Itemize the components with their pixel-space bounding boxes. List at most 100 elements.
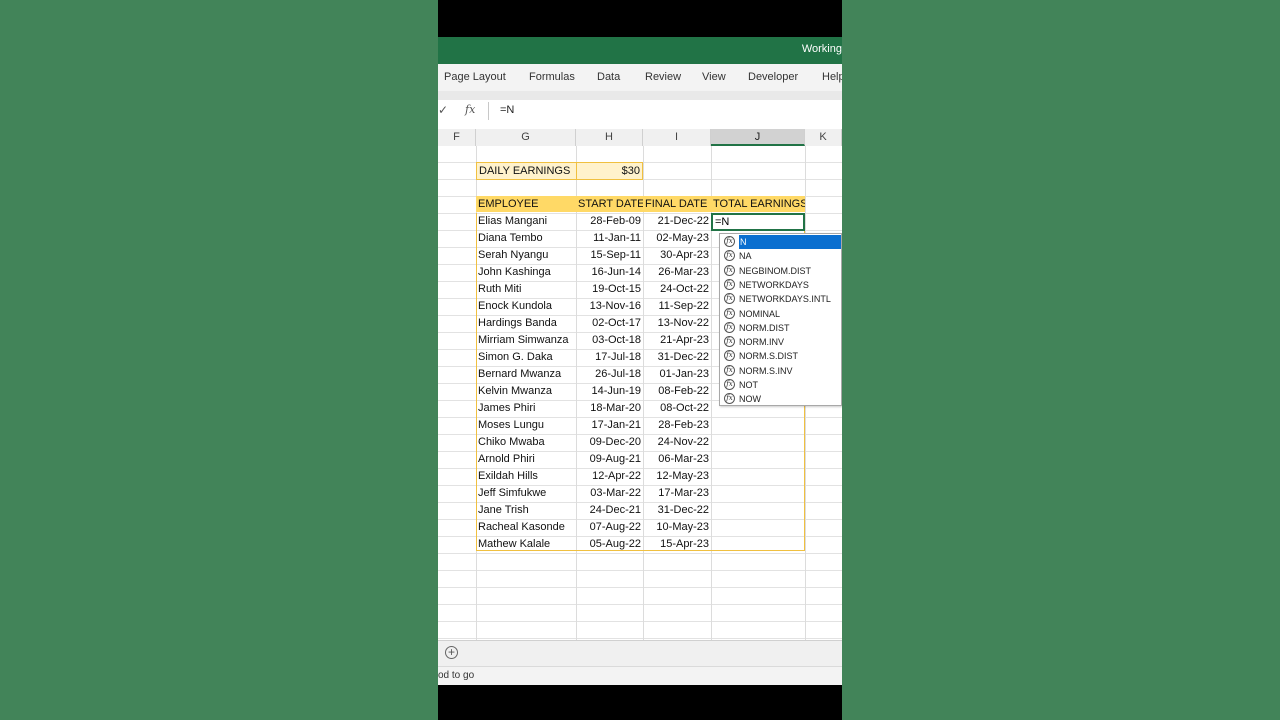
- formula-input[interactable]: =N: [500, 104, 514, 116]
- employee-name-cell[interactable]: Exildah Hills: [476, 468, 576, 484]
- employee-name-cell[interactable]: Jane Trish: [476, 502, 576, 518]
- autocomplete-item[interactable]: fx NETWORKDAYS.INTL: [722, 292, 840, 306]
- start-date-cell[interactable]: 03-Oct-18: [576, 332, 643, 348]
- final-date-cell[interactable]: 31-Dec-22: [643, 502, 711, 518]
- final-date-cell[interactable]: 30-Apr-23: [643, 247, 711, 263]
- employee-name-cell[interactable]: Moses Lungu: [476, 417, 576, 433]
- start-date-cell[interactable]: 16-Jun-14: [576, 264, 643, 280]
- function-icon: fx: [724, 350, 735, 362]
- employee-name-cell[interactable]: Enock Kundola: [476, 298, 576, 314]
- tab-developer[interactable]: Developer: [748, 71, 798, 83]
- final-date-cell[interactable]: 06-Mar-23: [643, 451, 711, 467]
- employee-name-cell[interactable]: Elias Mangani: [476, 213, 576, 229]
- start-date-cell[interactable]: 12-Apr-22: [576, 468, 643, 484]
- start-date-cell[interactable]: 09-Dec-20: [576, 434, 643, 450]
- active-cell-j[interactable]: =N: [711, 213, 805, 231]
- autocomplete-item[interactable]: fx NOT: [722, 378, 840, 392]
- final-date-cell[interactable]: 24-Oct-22: [643, 281, 711, 297]
- employee-name-cell[interactable]: Chiko Mwaba: [476, 434, 576, 450]
- start-date-cell[interactable]: 24-Dec-21: [576, 502, 643, 518]
- ribbon-tabs: Page Layout Formulas Data Review View De…: [438, 64, 842, 92]
- employee-name-cell[interactable]: Racheal Kasonde: [476, 519, 576, 535]
- final-date-cell[interactable]: 10-May-23: [643, 519, 711, 535]
- tab-review[interactable]: Review: [645, 71, 681, 83]
- employee-name-cell[interactable]: Simon G. Daka: [476, 349, 576, 365]
- spreadsheet-grid[interactable]: DAILY EARNINGS $30 EMPLOYEE START DATE F…: [438, 146, 842, 656]
- tab-formulas[interactable]: Formulas: [529, 71, 575, 83]
- column-header-f[interactable]: F: [438, 129, 476, 146]
- start-date-cell[interactable]: 15-Sep-11: [576, 247, 643, 263]
- start-date-cell[interactable]: 28-Feb-09: [576, 213, 643, 229]
- employee-name-cell[interactable]: James Phiri: [476, 400, 576, 416]
- autocomplete-item[interactable]: fx NETWORKDAYS: [722, 278, 840, 292]
- start-date-cell[interactable]: 05-Aug-22: [576, 536, 643, 552]
- start-date-cell[interactable]: 03-Mar-22: [576, 485, 643, 501]
- start-date-cell[interactable]: 14-Jun-19: [576, 383, 643, 399]
- autocomplete-item[interactable]: fx N: [722, 235, 841, 249]
- start-date-cell[interactable]: 13-Nov-16: [576, 298, 643, 314]
- function-autocomplete-dropdown[interactable]: fx Nfx NA fx NEGBINOM.DIST fx NETWORKDAYS fx NET…: [719, 233, 842, 406]
- column-header-i[interactable]: I: [643, 129, 711, 146]
- autocomplete-item[interactable]: fx NORM.S.DIST: [722, 349, 840, 363]
- column-header-j[interactable]: J: [711, 129, 805, 146]
- autocomplete-item[interactable]: fx NORM.S.INV: [722, 364, 840, 378]
- column-header-g[interactable]: G: [476, 129, 576, 146]
- final-date-cell[interactable]: 12-May-23: [643, 468, 711, 484]
- employee-name-cell[interactable]: Arnold Phiri: [476, 451, 576, 467]
- employee-name-cell[interactable]: Hardings Banda: [476, 315, 576, 331]
- autocomplete-item[interactable]: fx NEGBINOM.DIST: [722, 264, 840, 278]
- employee-name-cell[interactable]: Kelvin Mwanza: [476, 383, 576, 399]
- insert-function-icon[interactable]: fx: [465, 103, 475, 116]
- employee-name-cell[interactable]: Serah Nyangu: [476, 247, 576, 263]
- tab-help[interactable]: Help: [822, 71, 842, 83]
- autocomplete-item[interactable]: fx NOW: [722, 392, 840, 406]
- header-final-date[interactable]: FINAL DATE: [643, 196, 711, 212]
- header-start-date[interactable]: START DATE: [576, 196, 643, 212]
- employee-name-cell[interactable]: Mirriam Simwanza: [476, 332, 576, 348]
- final-date-cell[interactable]: 24-Nov-22: [643, 434, 711, 450]
- enter-check-icon[interactable]: ✓: [438, 103, 448, 117]
- start-date-cell[interactable]: 02-Oct-17: [576, 315, 643, 331]
- employee-name-cell[interactable]: Jeff Simfukwe: [476, 485, 576, 501]
- start-date-cell[interactable]: 17-Jul-18: [576, 349, 643, 365]
- start-date-cell[interactable]: 19-Oct-15: [576, 281, 643, 297]
- final-date-cell[interactable]: 13-Nov-22: [643, 315, 711, 331]
- autocomplete-item[interactable]: fx NOMINAL: [722, 307, 840, 321]
- final-date-cell[interactable]: 21-Dec-22: [643, 213, 711, 229]
- autocomplete-item[interactable]: fx NORM.DIST: [722, 321, 840, 335]
- final-date-cell[interactable]: 28-Feb-23: [643, 417, 711, 433]
- start-date-cell[interactable]: 18-Mar-20: [576, 400, 643, 416]
- column-header-h[interactable]: H: [576, 129, 643, 146]
- start-date-cell[interactable]: 26-Jul-18: [576, 366, 643, 382]
- final-date-cell[interactable]: 17-Mar-23: [643, 485, 711, 501]
- employee-name-cell[interactable]: Bernard Mwanza: [476, 366, 576, 382]
- final-date-cell[interactable]: 26-Mar-23: [643, 264, 711, 280]
- daily-earnings-value-cell[interactable]: $30: [576, 162, 643, 180]
- autocomplete-item[interactable]: fx NORM.INV: [722, 335, 840, 349]
- start-date-cell[interactable]: 11-Jan-11: [576, 230, 643, 246]
- employee-name-cell[interactable]: Ruth Miti: [476, 281, 576, 297]
- final-date-cell[interactable]: 08-Feb-22: [643, 383, 711, 399]
- add-sheet-icon[interactable]: +: [445, 646, 458, 659]
- start-date-cell[interactable]: 09-Aug-21: [576, 451, 643, 467]
- start-date-cell[interactable]: 17-Jan-21: [576, 417, 643, 433]
- final-date-cell[interactable]: 31-Dec-22: [643, 349, 711, 365]
- final-date-cell[interactable]: 21-Apr-23: [643, 332, 711, 348]
- final-date-cell[interactable]: 01-Jan-23: [643, 366, 711, 382]
- final-date-cell[interactable]: 15-Apr-23: [643, 536, 711, 552]
- start-date-cell[interactable]: 07-Aug-22: [576, 519, 643, 535]
- tab-page-layout[interactable]: Page Layout: [444, 71, 506, 83]
- final-date-cell[interactable]: 08-Oct-22: [643, 400, 711, 416]
- final-date-cell[interactable]: 11-Sep-22: [643, 298, 711, 314]
- autocomplete-item[interactable]: fx NA: [722, 249, 840, 263]
- tab-view[interactable]: View: [702, 71, 726, 83]
- final-date-cell[interactable]: 02-May-23: [643, 230, 711, 246]
- employee-name-cell[interactable]: Diana Tembo: [476, 230, 576, 246]
- column-header-k[interactable]: K: [805, 129, 842, 146]
- header-employee[interactable]: EMPLOYEE: [476, 196, 576, 212]
- tab-data[interactable]: Data: [597, 71, 620, 83]
- employee-name-cell[interactable]: John Kashinga: [476, 264, 576, 280]
- employee-name-cell[interactable]: Mathew Kalale: [476, 536, 576, 552]
- daily-earnings-label-cell[interactable]: DAILY EARNINGS: [476, 162, 581, 180]
- header-total-earnings[interactable]: TOTAL EARNINGS: [711, 196, 805, 212]
